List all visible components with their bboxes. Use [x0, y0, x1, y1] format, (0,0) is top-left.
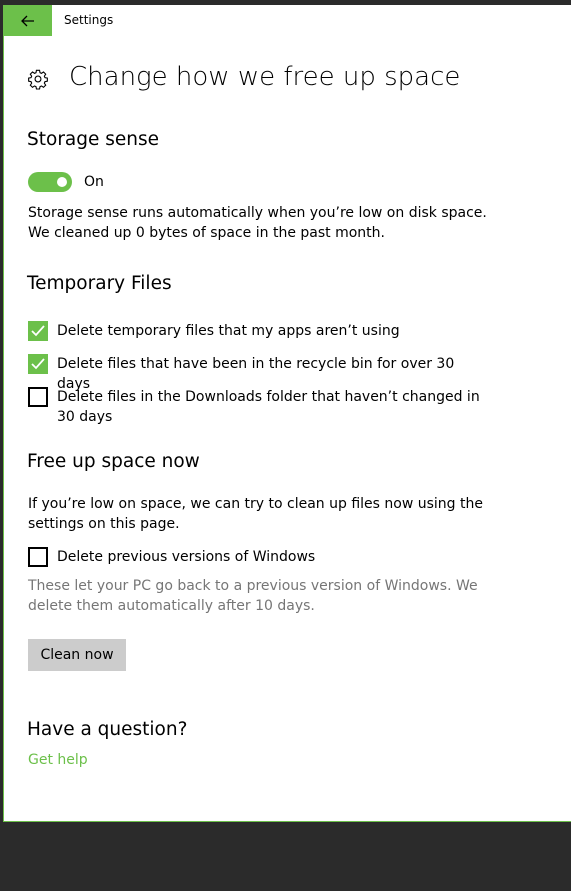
get-help-link[interactable]: Get help	[28, 750, 88, 770]
free-up-space-description: If you’re low on space, we can try to cl…	[28, 496, 483, 532]
window-title: Settings	[64, 13, 114, 27]
checkbox-label: Delete files in the Downloads folder tha…	[57, 389, 480, 425]
back-button[interactable]	[4, 5, 52, 36]
checkmark-icon	[31, 358, 45, 370]
downloads-folder-option[interactable]: Delete files in the Downloads folder tha…	[28, 387, 488, 427]
checkbox[interactable]	[28, 354, 48, 374]
checkbox-label: Delete temporary files that my apps aren…	[57, 323, 400, 339]
temp-files-option[interactable]: Delete temporary files that my apps aren…	[28, 321, 488, 341]
storage-sense-toggle-row: On	[28, 172, 104, 192]
toggle-state-label: On	[84, 174, 104, 190]
previous-windows-option[interactable]: Delete previous versions of Windows	[28, 547, 488, 567]
free-up-space-heading: Free up space now	[27, 451, 200, 472]
page-header	[27, 64, 49, 94]
previous-windows-note: These let your PC go back to a previous …	[28, 578, 478, 614]
storage-sense-description-line2: We cleaned up 0 bytes of space in the pa…	[28, 225, 385, 241]
toggle-knob	[57, 177, 67, 187]
checkbox[interactable]	[28, 547, 48, 567]
checkbox[interactable]	[28, 387, 48, 407]
back-arrow-icon	[21, 15, 34, 26]
storage-sense-description-line1: Storage sense runs automatically when yo…	[28, 205, 487, 221]
storage-sense-heading: Storage sense	[27, 129, 160, 150]
title-bar: Settings	[4, 5, 571, 36]
storage-sense-description: Storage sense runs automatically when yo…	[28, 203, 488, 243]
settings-window: Settings Change how we free up space Sto…	[3, 5, 571, 822]
gear-icon	[28, 69, 48, 90]
checkbox[interactable]	[28, 321, 48, 341]
temporary-files-heading: Temporary Files	[27, 273, 172, 294]
clean-now-button[interactable]: Clean now	[28, 639, 126, 671]
help-heading: Have a question?	[27, 719, 188, 740]
page-title: Change how we free up space	[69, 62, 461, 92]
storage-sense-toggle[interactable]	[28, 172, 72, 192]
checkbox-label: Delete previous versions of Windows	[57, 549, 316, 565]
checkmark-icon	[31, 325, 45, 337]
